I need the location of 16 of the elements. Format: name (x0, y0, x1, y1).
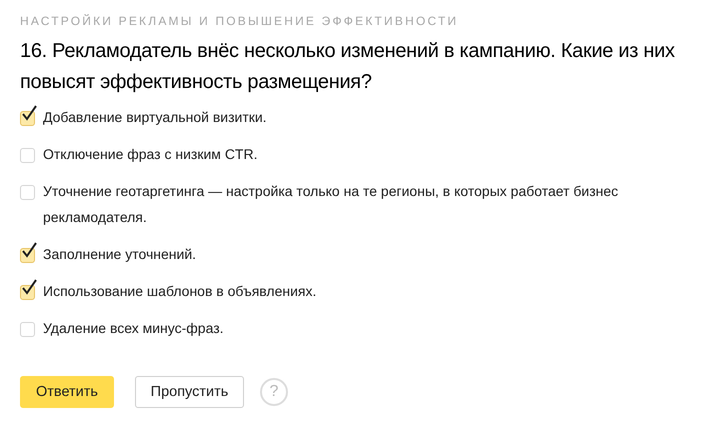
checkmark-icon (21, 105, 38, 123)
checkmark-icon (21, 279, 38, 297)
answer-button[interactable]: Ответить (20, 376, 114, 408)
checkmark-icon (21, 242, 38, 260)
option-label: Уточнение геотаргетинга — настройка только на те регионы, в которых работает бизнес рекламодателя. (43, 182, 620, 227)
question-text: 16. Рекламодатель внёс несколько изменений в кампанию. Какие из них повысят эффективность размещения? (20, 39, 676, 95)
option-label: Отключение фраз с низким CTR. (43, 145, 258, 164)
section-title: НАСТРОЙКИ РЕКЛАМЫ И ПОВЫШЕНИЕ ЭФФЕКТИВНОСТИ (20, 13, 460, 30)
skip-button[interactable]: Пропустить (135, 376, 244, 408)
checkbox[interactable] (20, 322, 35, 337)
option-label: Заполнение уточнений. (43, 245, 196, 264)
option-label: Удаление всех минус-фраз. (43, 319, 224, 338)
checkbox[interactable] (20, 185, 35, 200)
checkbox[interactable] (20, 148, 35, 163)
option-label: Добавление виртуальной визитки. (43, 108, 267, 127)
option-label: Использование шаблонов в объявлениях. (43, 282, 316, 301)
